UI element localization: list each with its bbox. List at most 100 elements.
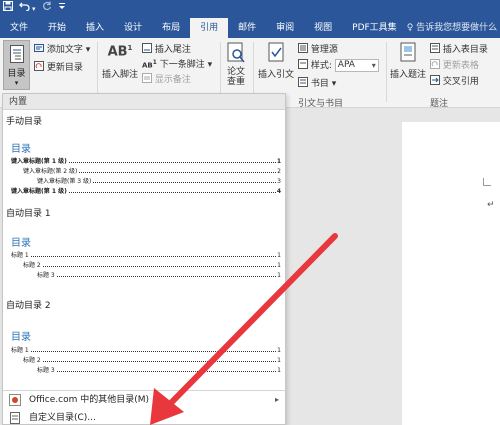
title-bar: ▾ [0,0,500,18]
next-footnote-button[interactable]: AB1 下一条脚注 ▾ [142,57,212,70]
menu-item-more-toc-office[interactable]: Office.com 中的其他目录(M) ▸ [3,391,285,409]
manage-sources-icon [298,43,308,56]
toc-icon [9,45,24,63]
insert-table-of-figures-button[interactable]: 插入表目录 [430,42,488,56]
toc-preview-row: 标题 31 [37,367,281,374]
show-notes-icon [142,73,152,86]
chevron-down-icon: ▾ [14,79,19,87]
insert-endnote-button[interactable]: 插入尾注 [142,42,191,56]
style-label: 样式: [310,61,332,71]
cross-reference-label: 交叉引用 [442,77,479,87]
update-table-icon [430,59,440,72]
tab-file[interactable]: 文件 [0,18,38,38]
toc-preview-row: 键入章标题(第 1 级) 1 [11,158,281,165]
gallery-item-auto-toc-1[interactable]: 自动目录 1 目录 标题 11 标题 21 标题 31 [3,204,285,296]
tab-references[interactable]: 引用 [190,18,229,38]
tab-insert[interactable]: 插入 [76,18,114,38]
gallery-item-title: 自动目录 2 [6,301,51,311]
tab-view[interactable]: 视图 [304,18,342,38]
toc-preview-row: 键入章标题(第 2 级) 2 [23,168,281,175]
paragraph-mark: ↵ [487,200,495,210]
update-icon [34,61,44,74]
toc-button-label: 目录 [7,69,26,79]
tab-design[interactable]: 设计 [114,18,152,38]
style-select[interactable]: 样式: APA [298,58,379,72]
endnote-icon [142,43,152,56]
cross-reference-button[interactable]: 交叉引用 [430,74,479,88]
show-notes-button[interactable]: 显示备注 [142,72,191,86]
table-of-figures-icon [430,43,440,56]
update-toc-label: 更新目录 [46,63,83,73]
show-notes-label: 显示备注 [154,75,191,85]
toc-preview-row: 标题 11 [11,347,281,354]
gallery-item-title: 手动目录 [6,117,43,127]
insert-caption-icon [400,42,416,62]
toc-preview-row: 键入章标题(第 3 级) 3 [37,178,281,185]
tell-me-search[interactable]: ♀ 告诉我您想要做什么 [407,18,500,38]
toc-button[interactable]: 目录 ▾ [3,40,30,90]
style-value[interactable]: APA [334,59,379,72]
toc-preview-heading: 目录 [11,238,31,249]
redo-icon[interactable] [42,0,52,18]
update-table-button[interactable]: 更新表格 [430,58,479,72]
toc-preview-heading: 目录 [11,332,31,343]
insert-citation-button[interactable]: 插入引文 [255,42,297,80]
tab-home[interactable]: 开始 [38,18,76,38]
bibliography-label: 书目 ▾ [310,79,337,89]
update-table-label: 更新表格 [442,61,479,71]
cross-reference-icon [430,75,440,88]
tab-mailings[interactable]: 邮件 [228,18,266,38]
ribbon-tabs: 文件 开始 插入 设计 布局 引用 邮件 审阅 视图 PDF工具集 ♀ 告诉我您… [0,18,500,38]
document-page[interactable] [402,122,500,425]
toc-preview-row: 标题 21 [23,357,281,364]
insert-caption-label: 插入题注 [389,70,426,80]
builtin-section-header: 内置 [3,94,285,110]
style-icon [298,59,308,72]
quick-access-toolbar: ▾ [0,0,66,18]
toc-preview-row: 键入章标题(第 1 级) 4 [11,188,281,195]
bibliography-button[interactable]: 书目 ▾ [298,76,336,90]
footnote-icon: AB1 [107,44,133,60]
toc-preview-row: 标题 31 [37,272,281,279]
menu-item-label: 自定义目录(C)... [29,413,96,423]
manage-sources-label: 管理源 [310,45,338,55]
tab-pdf-tools[interactable]: PDF工具集 [342,18,407,38]
insert-caption-button[interactable]: 插入题注 [388,42,428,80]
insert-citation-icon [268,42,284,62]
submenu-arrow-icon: ▸ [274,395,279,404]
add-text-button[interactable]: 添加文字 ▾ [34,42,90,56]
menu-item-custom-toc[interactable]: 自定义目录(C)... [3,409,285,425]
customize-quick-access-icon[interactable] [58,0,66,18]
gallery-item-auto-toc-2[interactable]: 自动目录 2 目录 标题 11 标题 21 标题 31 [3,294,285,386]
update-toc-button[interactable]: 更新目录 [34,60,83,74]
paper-check-label: 论文 查重 [226,67,245,87]
paper-check-icon [227,42,245,63]
insert-citation-label: 插入引文 [257,70,294,80]
insert-footnote-button[interactable]: AB1 插入脚注 [100,44,140,80]
tab-layout[interactable]: 布局 [152,18,190,38]
paper-check-button[interactable]: 论文 查重 [222,42,250,87]
add-text-label: 添加文字 ▾ [46,45,91,55]
group-separator [386,42,387,102]
toc-dropdown: 内置 手动目录 目录 键入章标题(第 1 级) 1 键入章标题(第 2 级) 2 键… [2,93,286,425]
insert-endnote-label: 插入尾注 [154,45,191,55]
undo-dropdown-caret[interactable]: ▾ [32,0,36,18]
save-icon[interactable] [3,0,13,18]
toc-preview-row: 标题 11 [11,252,281,259]
manage-sources-button[interactable]: 管理源 [298,42,338,56]
tab-review[interactable]: 审阅 [266,18,304,38]
insert-table-of-figures-label: 插入表目录 [442,45,488,55]
gallery-item-manual-toc[interactable]: 手动目录 目录 键入章标题(第 1 级) 1 键入章标题(第 2 级) 2 键入章标… [3,110,285,202]
page-margin-mark [483,178,491,186]
custom-toc-icon [9,412,21,425]
gallery-item-title: 自动目录 1 [6,209,51,219]
bibliography-icon [298,77,308,90]
insert-footnote-label: 插入脚注 [101,70,138,81]
menu-item-label: Office.com 中的其他目录(M) [29,395,150,405]
next-footnote-label: 下一条脚注 ▾ [159,60,213,70]
add-text-icon [34,43,44,56]
toc-preview-row: 标题 21 [23,262,281,269]
toc-preview-heading: 目录 [11,144,31,155]
undo-icon[interactable] [19,0,30,18]
toc-dropdown-menu: Office.com 中的其他目录(M) ▸ 自定义目录(C)... [3,390,285,425]
